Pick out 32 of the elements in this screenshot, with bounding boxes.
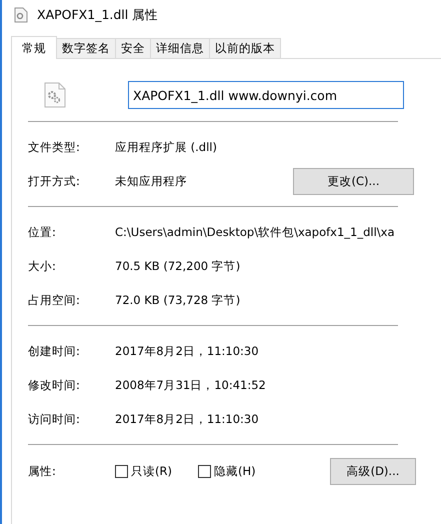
checkbox-label: 隐藏(H) — [214, 464, 256, 478]
field-label: 打开方式: — [28, 174, 81, 188]
tab[interactable]: 详细信息 — [151, 38, 210, 58]
field-value: 2017年8月2日，11:10:30 — [115, 344, 259, 358]
field-label: 访问时间: — [28, 412, 81, 426]
change-button[interactable]: 更改(C)... — [293, 168, 414, 194]
field-value: 未知应用程序 — [115, 174, 187, 188]
file-gear-icon — [44, 82, 66, 108]
tab[interactable]: 以前的版本 — [210, 38, 281, 58]
checkbox[interactable] — [198, 464, 211, 478]
file-icon — [14, 7, 28, 23]
tab[interactable]: 安全 — [116, 38, 151, 58]
field-label: 创建时间: — [28, 344, 81, 358]
field-value: 2008年7月31日，10:41:52 — [115, 378, 266, 392]
field-value: 70.5 KB (72,200 字节) — [115, 258, 240, 274]
file-name-field[interactable]: XAPOFX1_1.dll www.downyi.com — [128, 81, 404, 109]
field-value: C:\Users\admin\Desktop\软件包\xapofx1_1_dll\xa — [115, 224, 395, 240]
field-value: 2017年8月2日，11:10:30 — [115, 412, 259, 426]
advanced-button[interactable]: 高级(D)... — [330, 458, 416, 484]
window-title: XAPOFX1_1.dll 属性 — [37, 6, 158, 24]
field-label: 大小: — [28, 258, 57, 274]
checkbox-label: 只读(R) — [131, 464, 172, 478]
tab[interactable]: 数字签名 — [57, 38, 116, 58]
field-label: 位置: — [28, 224, 57, 240]
field-label: 修改时间: — [28, 378, 81, 392]
field-value: 应用程序扩展 (.dll) — [115, 140, 217, 154]
field-label: 属性: — [28, 464, 57, 478]
field-value: 72.0 KB (73,728 字节) — [115, 292, 240, 308]
checkbox[interactable] — [115, 464, 128, 478]
tab[interactable]: 常规 — [11, 36, 57, 59]
field-label: 文件类型: — [28, 140, 81, 154]
field-label: 占用空间: — [28, 292, 81, 308]
